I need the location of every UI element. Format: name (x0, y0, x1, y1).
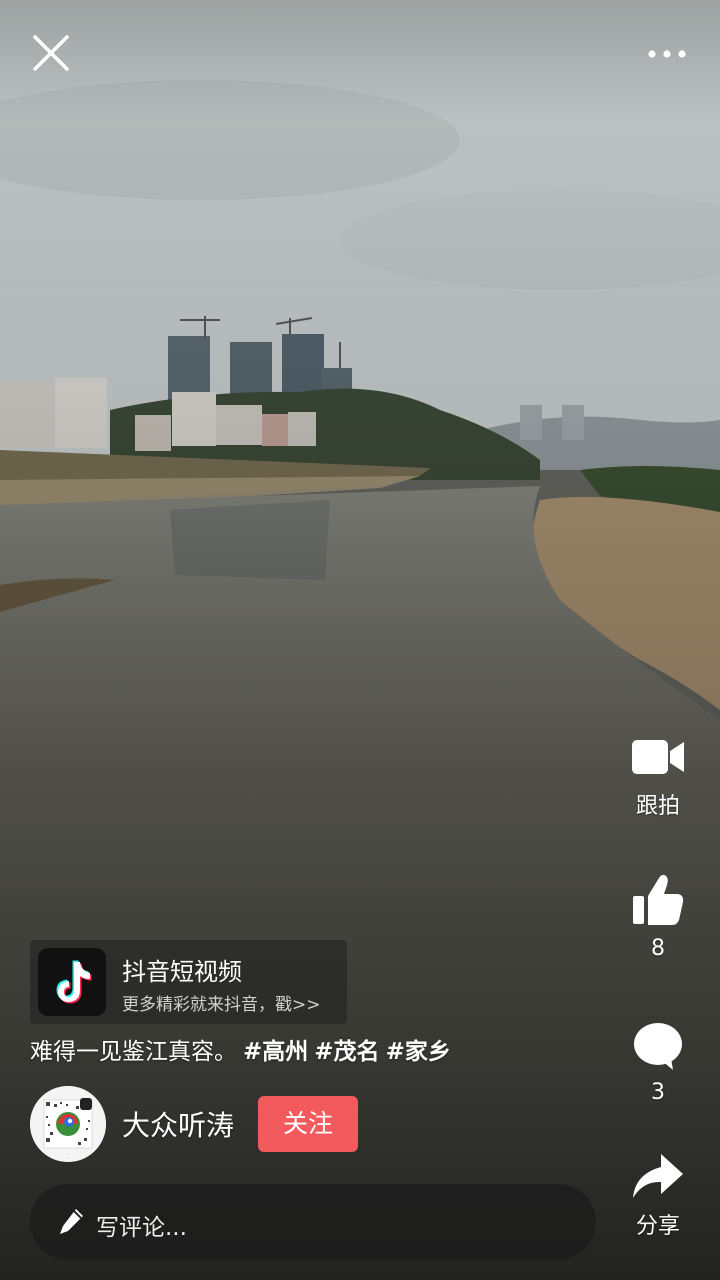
pencil-icon (60, 1209, 83, 1234)
close-icon (33, 35, 69, 71)
duet-button[interactable]: 跟拍 (618, 734, 698, 820)
comment-button[interactable]: 3 (618, 1020, 698, 1105)
douyin-logo-icon (38, 948, 106, 1016)
thumbs-up-icon (633, 874, 684, 925)
video-caption: 难得一见鉴江真容。 #高州 #茂名 #家乡 (30, 1032, 451, 1066)
share-arrow-icon (633, 1154, 683, 1198)
video-camera-icon (632, 740, 684, 774)
app-slogan: 更多精彩就来抖音，戳>> (122, 995, 321, 1015)
video-background[interactable] (0, 0, 720, 1280)
app-download-banner[interactable]: 抖音短视频 更多精彩就来抖音，戳>> (30, 940, 347, 1024)
follow-button[interactable]: 关注 (258, 1096, 358, 1152)
share-label: 分享 (635, 1214, 680, 1239)
caption-text: 难得一见鉴江真容。 (30, 1039, 237, 1065)
app-name: 抖音短视频 (122, 958, 242, 986)
river-scene-image (0, 0, 720, 1280)
hashtag-link[interactable]: #茂名 (314, 1039, 379, 1065)
author-avatar[interactable]: · (30, 1086, 106, 1162)
comment-input[interactable]: 写评论... (30, 1184, 596, 1260)
avatar-logo-icon: · (30, 1086, 106, 1162)
hashtag-link[interactable]: #高州 (243, 1039, 308, 1065)
like-button[interactable]: 8 (618, 872, 698, 961)
share-button[interactable]: 分享 (618, 1152, 698, 1240)
comment-placeholder: 写评论... (96, 1215, 187, 1241)
duet-label: 跟拍 (635, 794, 680, 819)
close-button[interactable] (28, 30, 74, 76)
speech-bubble-icon (634, 1023, 682, 1070)
more-dots-icon (648, 50, 686, 58)
hashtag-link[interactable]: #家乡 (386, 1039, 451, 1065)
more-button[interactable] (640, 36, 694, 72)
like-count: 8 (651, 936, 665, 961)
author-name[interactable]: 大众听涛 (122, 1104, 234, 1144)
comment-count: 3 (651, 1080, 665, 1105)
